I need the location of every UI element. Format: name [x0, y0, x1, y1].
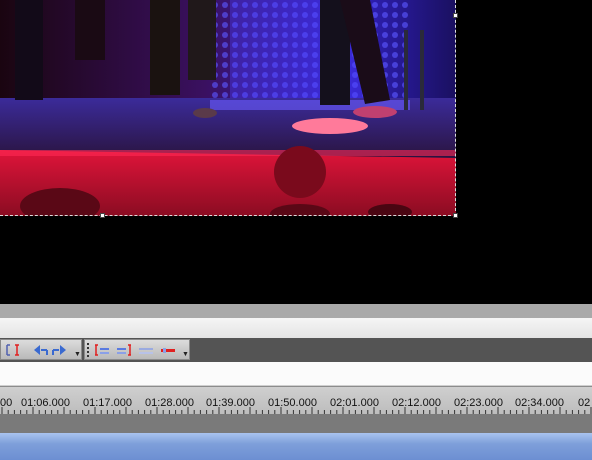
ruler-ticks [1, 407, 592, 414]
toolbar-group-markers: ▼ [84, 339, 190, 360]
video-preview [0, 0, 592, 304]
chevron-down-icon[interactable]: ▼ [74, 351, 81, 358]
toolbar-group-navigation: ▼ [0, 339, 82, 360]
resize-handle-top-right[interactable] [453, 13, 458, 18]
selection-right-edge [455, 0, 456, 216]
mark-in-icon[interactable] [93, 342, 111, 358]
timeline-toolbar: ▼ ▼ [0, 338, 592, 362]
resize-handle-bottom-right[interactable] [453, 213, 458, 218]
step-back-icon[interactable] [31, 342, 49, 358]
trim-in-icon[interactable] [5, 342, 23, 358]
preview-separator [0, 304, 592, 318]
step-forward-icon[interactable] [51, 342, 69, 358]
video-frame[interactable] [0, 0, 456, 216]
timeline-header-bar [0, 362, 592, 386]
timeline-ruler[interactable]: 00 01:06.000 01:17.000 01:28.000 01:39.0… [0, 386, 592, 414]
red-marker-icon[interactable] [159, 342, 177, 358]
track-header [0, 414, 592, 433]
chevron-down-icon[interactable]: ▼ [182, 351, 189, 358]
panel-header [0, 318, 592, 338]
clear-marks-icon[interactable] [137, 342, 155, 358]
toolbar-grip[interactable] [87, 343, 89, 357]
selection-bottom-edge [0, 215, 456, 216]
mark-out-icon[interactable] [115, 342, 133, 358]
video-track[interactable] [0, 433, 592, 460]
resize-handle-bottom-center[interactable] [100, 213, 105, 218]
